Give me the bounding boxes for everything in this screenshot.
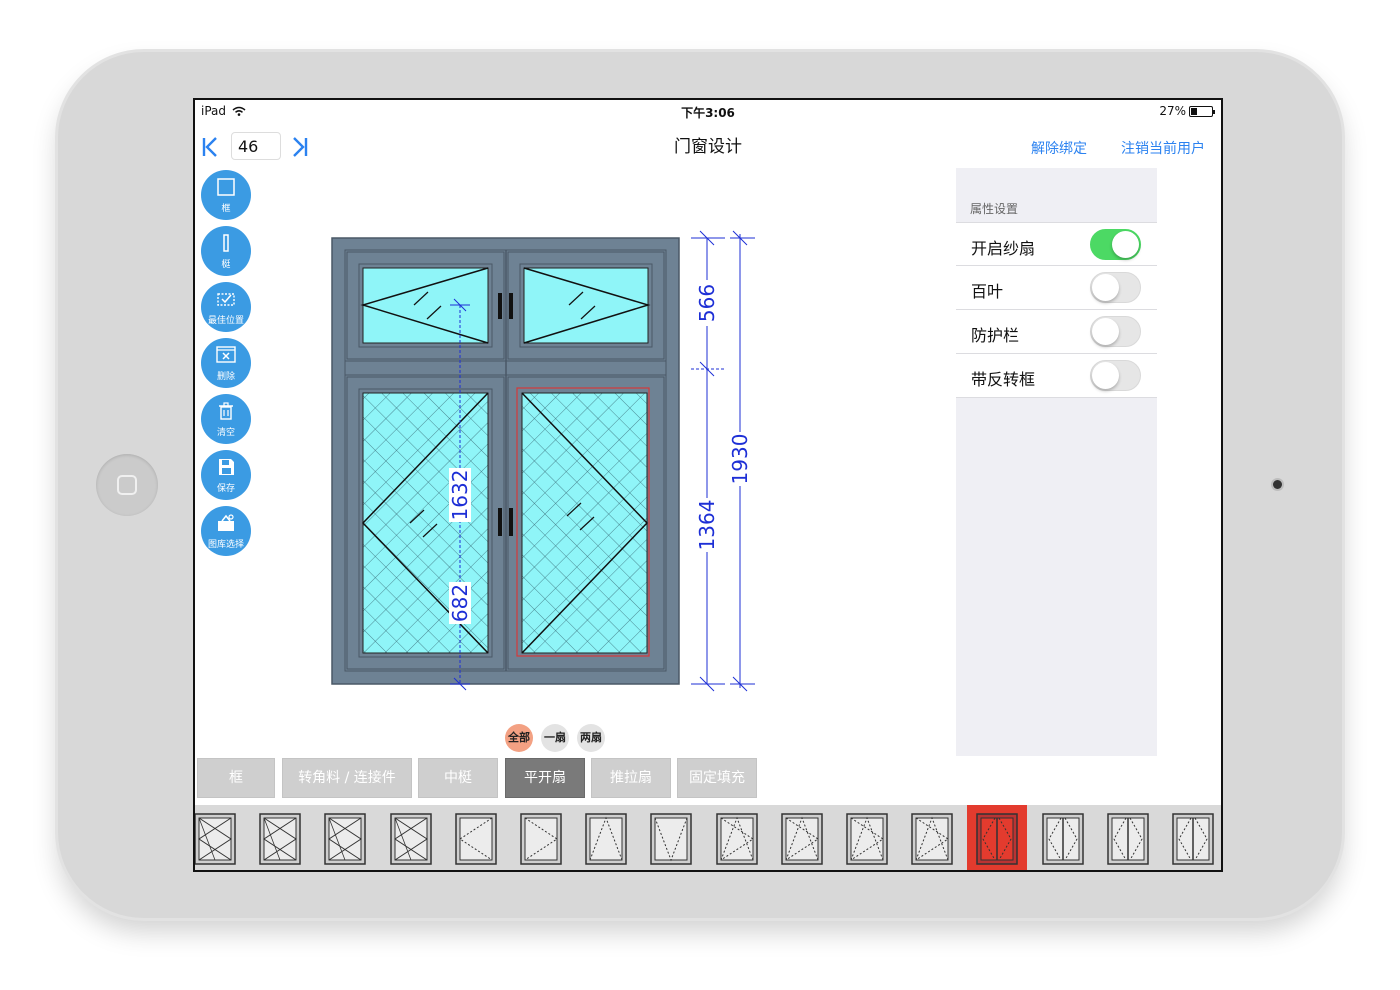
tilt-turn-thumbnail-icon[interactable] [911, 813, 953, 865]
app-screen: iPad 下午3:06 27% 门窗设计 解除绑定 注销当前用户 [193, 98, 1223, 872]
filter-all[interactable]: 全部 [505, 724, 533, 752]
casement-x-thumbnail-icon[interactable] [259, 813, 301, 865]
prop-label-guardrail: 防护栏 [971, 326, 1020, 345]
bottom-handle-left [498, 508, 502, 536]
tilt-turn-thumbnail-icon[interactable] [781, 813, 823, 865]
tab-frame[interactable]: 框 [197, 758, 275, 798]
casement-top-open-thumbnail-icon[interactable] [585, 813, 627, 865]
prop-row-louver: 百叶 [956, 266, 1157, 310]
double-casement-thumbnail-icon[interactable] [1107, 813, 1149, 865]
dimension-mullion: 1632 [448, 470, 472, 521]
prop-label-screen-sash: 开启纱扇 [971, 239, 1036, 258]
filter-double-sash[interactable]: 两扇 [577, 724, 605, 752]
camera-icon [1273, 480, 1282, 489]
tab-sliding-sash[interactable]: 推拉扇 [591, 758, 671, 798]
top-right-glass [523, 267, 649, 344]
double-casement-thumbnail-icon[interactable] [976, 813, 1019, 865]
double-casement-thumbnail-icon[interactable] [1172, 813, 1214, 865]
casement-left-open-thumbnail-icon[interactable] [455, 813, 497, 865]
casement-x-thumbnail-icon[interactable] [389, 813, 432, 865]
tilt-turn-thumbnail-icon[interactable] [715, 813, 758, 865]
tilt-turn-thumbnail-icon[interactable] [846, 813, 888, 865]
properties-panel: 属性设置 开启纱扇 百叶 防护栏 带反转框 [956, 168, 1157, 756]
bottom-right-screen-glass [521, 392, 648, 654]
casement-right-open-thumbnail-icon[interactable] [520, 813, 562, 865]
prop-label-louver: 百叶 [971, 282, 1004, 301]
tab-corner-connector[interactable]: 转角料 / 连接件 [282, 758, 412, 798]
prop-row-reverse-frame: 带反转框 [956, 354, 1157, 398]
guardrail-toggle[interactable] [1090, 316, 1141, 347]
casement-x-thumbnail-icon[interactable] [194, 813, 236, 865]
filter-single-sash[interactable]: 一扇 [541, 724, 569, 752]
casement-bottom-open-thumbnail-icon[interactable] [650, 813, 693, 865]
casement-x-thumbnail-icon[interactable] [324, 813, 367, 865]
louver-toggle[interactable] [1090, 272, 1141, 303]
home-button[interactable] [96, 454, 158, 516]
properties-header: 属性设置 [970, 202, 1019, 216]
prop-label-reverse-frame: 带反转框 [971, 370, 1036, 389]
screen-sash-toggle[interactable] [1090, 229, 1141, 260]
top-handle-right [509, 293, 513, 319]
dimension-top-height: 566 [695, 284, 719, 322]
bottom-handle-right [509, 508, 513, 536]
dimension-bottom-height: 1364 [695, 500, 719, 551]
dimension-handle: 682 [448, 584, 472, 622]
double-casement-thumbnail-icon[interactable] [1041, 813, 1084, 865]
tab-fixed-fill[interactable]: 固定填充 [677, 758, 757, 798]
home-square-icon [117, 475, 137, 495]
tab-mullion[interactable]: 中梃 [418, 758, 498, 798]
prop-row-screen-sash: 开启纱扇 [956, 222, 1157, 266]
component-thumbnail-strip [194, 805, 1221, 870]
dimension-total-height: 1930 [728, 434, 752, 485]
prop-row-guardrail: 防护栏 [956, 310, 1157, 354]
top-handle-left [498, 293, 502, 319]
reverse-frame-toggle[interactable] [1090, 360, 1141, 391]
tab-casement-sash[interactable]: 平开扇 [505, 758, 585, 798]
